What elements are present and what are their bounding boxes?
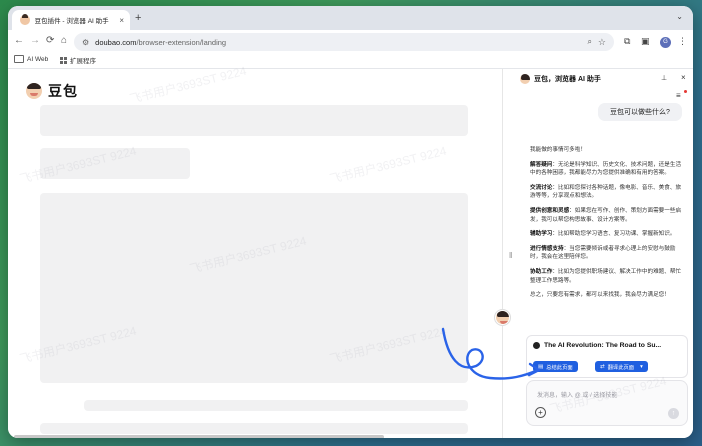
landing-page: 豆包 [8, 69, 502, 438]
apps-grid-icon [60, 56, 67, 64]
tab-strip: 豆包插件 - 浏览器 AI 助手 × + ⌄ [8, 6, 693, 30]
doubao-avatar-icon [496, 311, 509, 324]
reply-item: 交流讨论：比如和您探讨各种话题，像电影、音乐、美食、旅游等等，分享观点和想法。 [530, 184, 682, 200]
side-panel-icon[interactable]: ▣ [641, 36, 650, 47]
brand-name: 豆包 [48, 83, 78, 99]
skeleton-line [84, 400, 468, 411]
doubao-favicon-icon [20, 14, 30, 25]
address-bar[interactable]: ⚙ doubao.com/browser-extension/landing ⌕… [74, 33, 614, 51]
input-placeholder: 发消息，输入 @ 或 / 选择技能 [537, 393, 618, 399]
profile-avatar[interactable]: G [660, 37, 671, 48]
skeleton-block [40, 105, 468, 136]
reply-item: 进行情感支持：当您需要倾诉或者寻求心理上的安慰与鼓励时，我会在这里陪伴您。 [530, 245, 676, 261]
reply-item: 提供创意和灵感：如果您在写作、创作、策划方面需要一些启发，我可以帮您构思故事、设… [530, 207, 682, 223]
panel-title: 豆包，浏览器 AI 助手 [534, 76, 601, 83]
add-attachment-icon[interactable]: + [535, 407, 546, 418]
extensions-icon[interactable]: ⧉ [624, 36, 630, 47]
menu-icon[interactable]: ≡ [676, 91, 681, 100]
horizontal-scrollbar[interactable] [14, 435, 384, 438]
more-menu-icon[interactable]: ⋮ [678, 36, 687, 47]
browser-window: 豆包插件 - 浏览器 AI 助手 × + ⌄ ← → ⟳ ⌂ ⚙ doubao.… [8, 6, 693, 438]
user-message: 豆包可以做些什么? [598, 103, 682, 121]
page-context-card: The AI Revolution: The Road to Su... ▤ 总… [526, 335, 688, 378]
bookmarks-bar: AI Web 扩展程序 [8, 54, 693, 69]
annotation-arrow [441, 327, 541, 380]
skeleton-block [40, 193, 468, 383]
notification-dot [684, 90, 687, 93]
url-text: doubao.com/browser-extension/landing [95, 37, 227, 47]
doubao-avatar-icon [26, 83, 42, 99]
new-tab-button[interactable]: + [135, 12, 141, 24]
panel-header: 豆包，浏览器 AI 助手 [520, 74, 601, 84]
reply-item: 协助工作：比如为您提供职场建议、解决工作中的难题、帮忙整理工作思路等。 [530, 268, 682, 284]
forward-button[interactable]: → [30, 35, 40, 46]
site-info-icon[interactable]: ⚙ [82, 38, 89, 47]
toolbar: ← → ⟳ ⌂ ⚙ doubao.com/browser-extension/l… [8, 30, 693, 54]
tab-title: 豆包插件 - 浏览器 AI 助手 [34, 18, 109, 25]
send-button[interactable]: ↑ [668, 408, 679, 419]
assistant-reply: 我能做的事情可多啦！ 解答疑问：无论是科学知识、历史文化、技术问题，还是生活中的… [530, 146, 684, 306]
skeleton-line [40, 423, 468, 434]
home-button[interactable]: ⌂ [61, 35, 67, 46]
folder-icon [14, 55, 24, 63]
reply-outro: 总之，只要您有需求，都可以来找我，我会尽力满足您！ [530, 292, 670, 299]
zoom-icon[interactable]: ⌕ [587, 37, 591, 47]
bookmark-ai-web[interactable]: AI Web [14, 55, 48, 63]
tab-search-chevron-icon[interactable]: ⌄ [676, 12, 683, 21]
pin-icon[interactable]: ⊥ [661, 74, 667, 82]
tab-doubao[interactable]: 豆包插件 - 浏览器 AI 助手 × [12, 10, 130, 30]
reload-button[interactable]: ⟳ [46, 35, 54, 46]
tab-close-icon[interactable]: × [119, 16, 124, 25]
bookmark-extensions[interactable]: 扩展程序 [60, 55, 96, 65]
reply-item: 解答疑问：无论是科学知识、历史文化、技术问题，还是生活中的各种困惑，我都能尽力为… [530, 161, 682, 177]
doubao-logo[interactable]: 豆包 [26, 81, 78, 101]
page-title: The AI Revolution: The Road to Su... [544, 342, 662, 349]
resize-handle-icon[interactable]: ‖ [509, 251, 512, 260]
back-button[interactable]: ← [14, 35, 24, 46]
reply-item: 辅助学习：比如帮助您学习语言、复习功课、掌握新知识。 [530, 231, 676, 238]
bookmark-star-icon[interactable]: ☆ [598, 37, 606, 48]
chat-input[interactable]: 发消息，输入 @ 或 / 选择技能 + ↑ [526, 380, 688, 426]
close-icon[interactable]: × [681, 73, 686, 82]
chevron-down-icon[interactable]: ▾ [640, 364, 643, 370]
translate-page-button[interactable]: ⇄ 翻译此页面 ▾ [595, 361, 648, 372]
skeleton-block [40, 148, 190, 179]
translate-icon: ⇄ [600, 363, 605, 370]
doubao-avatar-icon [520, 74, 530, 84]
reply-intro: 我能做的事情可多啦！ [530, 147, 586, 153]
